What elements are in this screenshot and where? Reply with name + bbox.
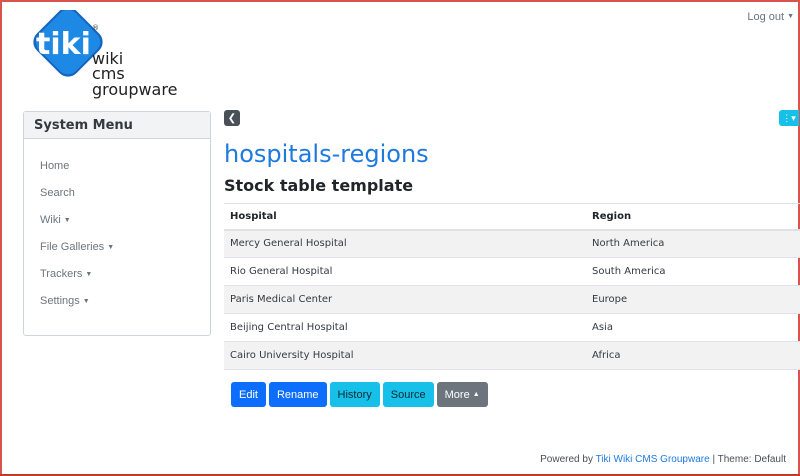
sidebar-item-label: Home bbox=[40, 160, 70, 172]
more-button-label: More bbox=[444, 388, 470, 401]
system-menu: System Menu Home Search Wiki ▼ File Galle… bbox=[23, 111, 211, 336]
tiki-logo[interactable]: tiki ® wiki cms groupware bbox=[22, 7, 202, 105]
footer: Powered by Tiki Wiki CMS Groupware | The… bbox=[540, 454, 786, 465]
page-actions-menu-button[interactable]: ⋮▾ bbox=[779, 110, 799, 126]
column-header-hospital: Hospital bbox=[224, 203, 586, 231]
table-cell-hospital: Paris Medical Center bbox=[224, 285, 586, 314]
history-button[interactable]: History bbox=[329, 382, 380, 407]
sidebar-item-label: Trackers bbox=[40, 268, 83, 280]
table-cell-region: North America bbox=[586, 229, 800, 258]
table-cell-hospital: Rio General Hospital bbox=[224, 257, 586, 286]
table-cell-hospital: Beijing Central Hospital bbox=[224, 313, 586, 342]
footer-theme: | Theme: Default bbox=[712, 454, 786, 465]
table-cell-region: South America bbox=[586, 257, 800, 286]
sidebar-item-search[interactable]: Search bbox=[40, 186, 210, 213]
table-cell-region: Asia bbox=[586, 313, 800, 342]
hospitals-table: Hospital Region Mercy General Hospital N… bbox=[224, 203, 800, 370]
column-header-region: Region bbox=[586, 203, 800, 231]
logo-word: tiki bbox=[36, 27, 91, 62]
page-action-buttons: Edit Rename History Source More ▲ bbox=[231, 382, 488, 407]
source-button[interactable]: Source bbox=[382, 382, 434, 407]
caret-down-icon: ▼ bbox=[82, 298, 90, 305]
sidebar-item-settings[interactable]: Settings ▼ bbox=[40, 294, 210, 321]
system-menu-title: System Menu bbox=[24, 112, 210, 139]
caret-down-icon: ▼ bbox=[107, 244, 115, 251]
page-title: hospitals-regions bbox=[224, 140, 429, 168]
sidebar-item-trackers[interactable]: Trackers ▼ bbox=[40, 267, 210, 294]
table-cell-hospital: Cairo University Hospital bbox=[224, 341, 586, 370]
sidebar-item-file-galleries[interactable]: File Galleries ▼ bbox=[40, 240, 210, 267]
sidebar-item-label: Wiki bbox=[40, 214, 61, 226]
logo-registered-mark: ® bbox=[92, 24, 99, 32]
logo-line-groupware: groupware bbox=[92, 80, 177, 99]
tiki-logo-graphic: tiki ® wiki cms groupware bbox=[33, 7, 177, 99]
collapse-sidebar-button[interactable]: ❮ bbox=[224, 110, 240, 126]
page-subtitle: Stock table template bbox=[224, 176, 414, 195]
table-header-row: Hospital Region bbox=[224, 203, 800, 231]
footer-tiki-link[interactable]: Tiki Wiki CMS Groupware bbox=[596, 454, 710, 465]
table-cell-region: Africa bbox=[586, 341, 800, 370]
caret-up-icon: ▲ bbox=[472, 390, 480, 398]
table-cell-hospital: Mercy General Hospital bbox=[224, 229, 586, 258]
footer-prefix: Powered by bbox=[540, 454, 593, 465]
table-row: Rio General Hospital South America bbox=[224, 257, 800, 286]
table-cell-region: Europe bbox=[586, 285, 800, 314]
chevron-left-icon: ❮ bbox=[227, 112, 237, 124]
table-row: Beijing Central Hospital Asia bbox=[224, 313, 800, 342]
edit-button[interactable]: Edit bbox=[231, 382, 266, 407]
sidebar-item-home[interactable]: Home bbox=[40, 159, 210, 186]
caret-down-icon: ▼ bbox=[63, 217, 71, 224]
sidebar-item-wiki[interactable]: Wiki ▼ bbox=[40, 213, 210, 240]
sidebar-item-label: File Galleries bbox=[40, 241, 105, 253]
caret-down-icon: ▼ bbox=[787, 13, 794, 20]
logout-label: Log out bbox=[747, 11, 785, 23]
caret-down-icon: ▼ bbox=[85, 271, 93, 278]
more-button[interactable]: More ▲ bbox=[436, 382, 488, 407]
table-row: Paris Medical Center Europe bbox=[224, 285, 800, 314]
system-menu-list: Home Search Wiki ▼ File Galleries ▼ Tracke… bbox=[24, 139, 210, 321]
vertical-dots-icon: ⋮▾ bbox=[782, 112, 796, 123]
rename-button[interactable]: Rename bbox=[268, 382, 327, 407]
logout-menu[interactable]: Log out ▼ bbox=[747, 11, 794, 23]
sidebar-item-label: Search bbox=[40, 187, 75, 199]
sidebar-item-label: Settings bbox=[40, 295, 80, 307]
table-row: Cairo University Hospital Africa bbox=[224, 341, 800, 370]
table-row: Mercy General Hospital North America bbox=[224, 229, 800, 258]
